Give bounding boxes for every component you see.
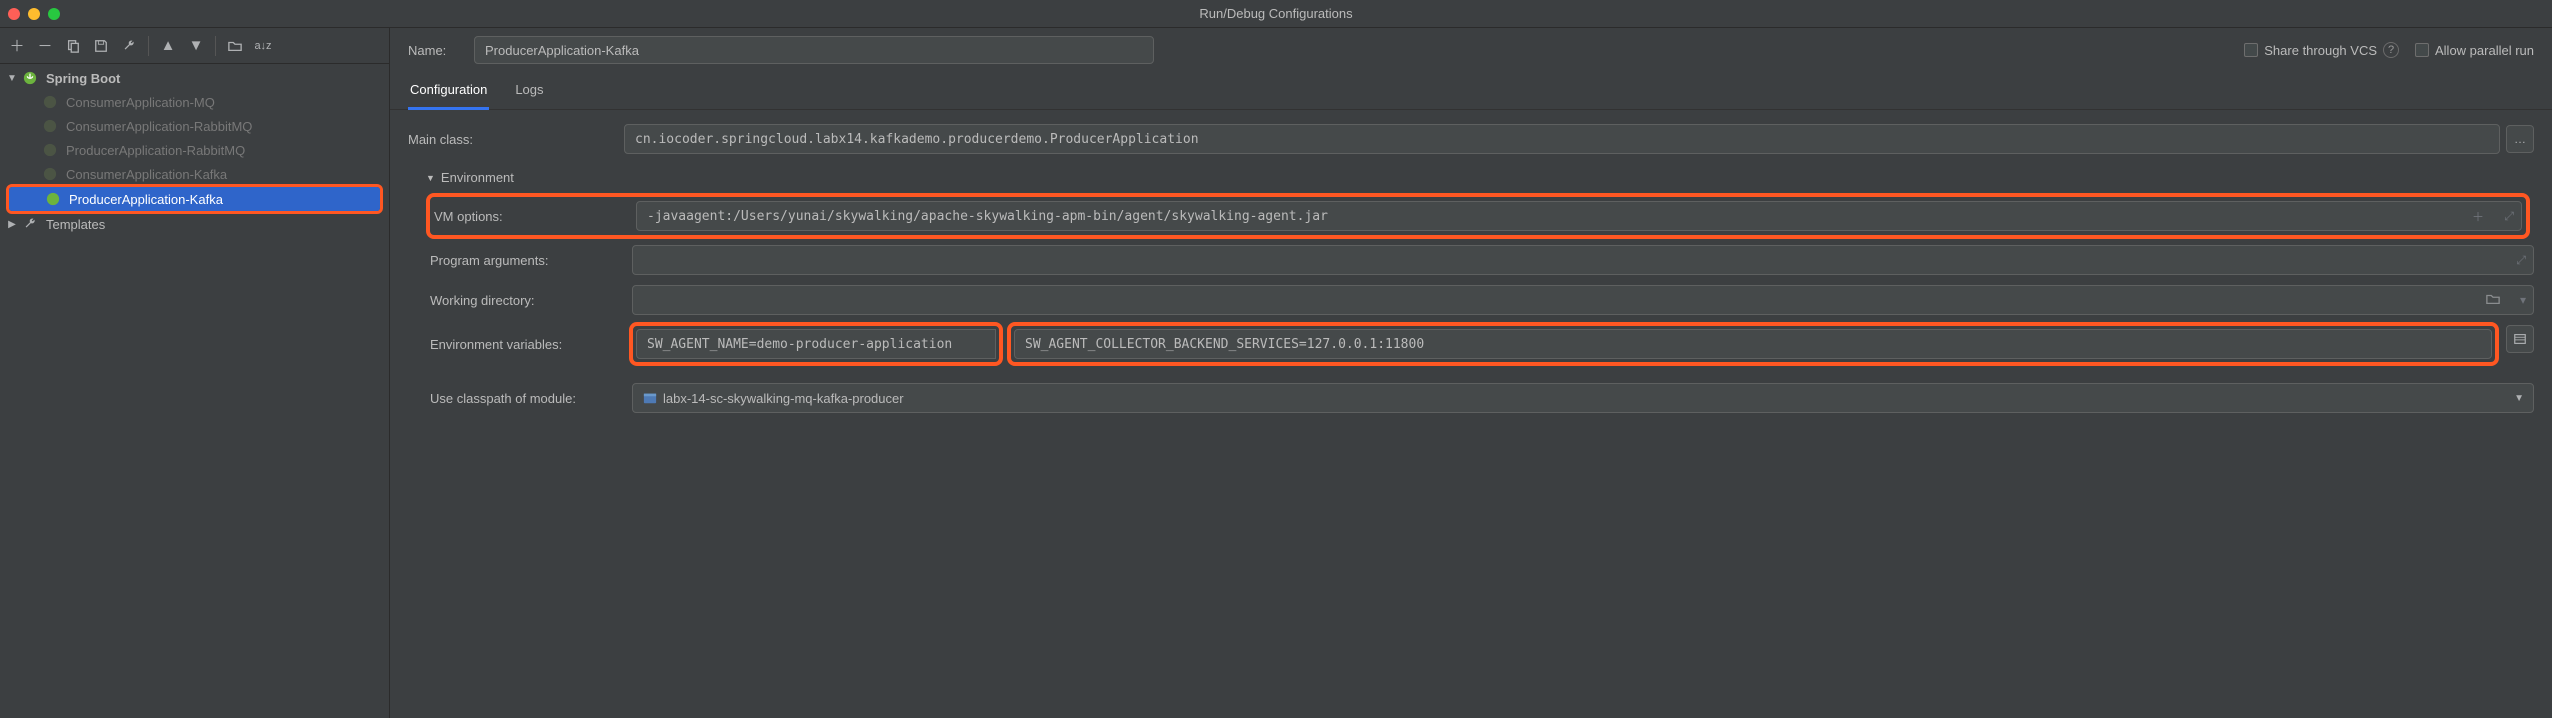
env-vars-input[interactable]: SW_AGENT_COLLECTOR_BACKEND_SERVICES=127.… [1014, 329, 2492, 359]
environment-section-header[interactable]: ▼ Environment [408, 164, 2534, 187]
share-vcs-checkbox[interactable]: Share through VCS ? [2244, 42, 2399, 58]
spring-boot-icon [42, 94, 58, 110]
expand-arrow-icon[interactable]: ▼ [6, 73, 18, 84]
highlight-annotation: SW_AGENT_NAME=demo-producer-application [629, 322, 1003, 366]
remove-config-icon[interactable]: － [36, 37, 54, 55]
env-vars-input[interactable]: SW_AGENT_NAME=demo-producer-application [636, 329, 996, 359]
sort-icon[interactable]: a↓z [254, 37, 272, 55]
classpath-value: labx-14-sc-skywalking-mq-kafka-producer [663, 391, 904, 406]
name-input[interactable] [474, 36, 1154, 64]
edit-env-vars-button[interactable] [2506, 325, 2534, 353]
sidebar: ＋ － ▲ ▼ a↓z ▼ [0, 28, 390, 718]
form-area: Main class: cn.iocoder.springcloud.labx1… [390, 110, 2552, 421]
title-bar: Run/Debug Configurations [0, 0, 2552, 28]
checkbox-icon [2244, 43, 2258, 57]
classpath-row: Use classpath of module: labx-14-sc-skyw… [408, 383, 2534, 413]
highlight-annotation: ProducerApplication-Kafka [6, 184, 383, 214]
move-up-icon[interactable]: ▲ [159, 37, 177, 55]
tree-item-label: ProducerApplication-RabbitMQ [66, 143, 245, 158]
tree-item[interactable]: ConsumerApplication-RabbitMQ [0, 114, 389, 138]
tree-node-spring-boot[interactable]: ▼ Spring Boot [0, 66, 389, 90]
classpath-label: Use classpath of module: [430, 391, 616, 406]
spring-boot-icon [42, 142, 58, 158]
vm-options-label: VM options: [434, 209, 620, 224]
env-vars-label: Environment variables: [430, 337, 616, 352]
toolbar-separator [148, 36, 149, 56]
help-icon[interactable]: ? [2383, 42, 2399, 58]
tree-item-label: ProducerApplication-Kafka [69, 192, 223, 207]
window-controls [8, 8, 60, 20]
checkbox-icon [2415, 43, 2429, 57]
folder-icon[interactable] [226, 37, 244, 55]
tree-item-label: ConsumerApplication-Kafka [66, 167, 227, 182]
env-vars-row: Environment variables: SW_AGENT_NAME=dem… [408, 325, 2534, 363]
tree-node-label: Spring Boot [46, 71, 120, 86]
content-panel: Name: Share through VCS ? Allow parallel… [390, 28, 2552, 718]
window-title: Run/Debug Configurations [0, 5, 2552, 23]
tree-node-templates[interactable]: ▶ Templates [0, 212, 389, 236]
environment-header-label: Environment [441, 170, 514, 185]
close-window-icon[interactable] [8, 8, 20, 20]
browse-class-button[interactable]: … [2506, 125, 2534, 153]
save-config-icon[interactable] [92, 37, 110, 55]
vm-options-row: VM options: -javaagent:/Users/yunai/skyw… [434, 201, 2522, 231]
tab-configuration[interactable]: Configuration [408, 74, 489, 110]
working-dir-label: Working directory: [430, 293, 616, 308]
program-args-label: Program arguments: [430, 253, 616, 268]
expand-arrow-icon: ▼ [426, 173, 435, 183]
working-dir-row: Working directory: ▾ [408, 285, 2534, 315]
tab-bar: Configuration Logs [390, 74, 2552, 110]
wrench-icon[interactable] [120, 37, 138, 55]
classpath-select[interactable]: labx-14-sc-skywalking-mq-kafka-producer [632, 383, 2534, 413]
tree-item-selected[interactable]: ProducerApplication-Kafka [9, 187, 380, 211]
name-label: Name: [408, 43, 458, 58]
allow-parallel-label: Allow parallel run [2435, 43, 2534, 58]
spring-boot-icon [22, 70, 38, 86]
tree-item[interactable]: ProducerApplication-RabbitMQ [0, 138, 389, 162]
sidebar-toolbar: ＋ － ▲ ▼ a↓z [0, 28, 389, 64]
tree-node-label: Templates [46, 217, 105, 232]
tab-logs[interactable]: Logs [513, 74, 545, 109]
allow-parallel-checkbox[interactable]: Allow parallel run [2415, 43, 2534, 58]
spring-boot-icon [42, 166, 58, 182]
copy-config-icon[interactable] [64, 37, 82, 55]
share-vcs-label: Share through VCS [2264, 43, 2377, 58]
highlight-annotation: VM options: -javaagent:/Users/yunai/skyw… [426, 193, 2530, 239]
chevron-down-icon[interactable]: ▼ [2514, 393, 2524, 404]
toolbar-separator [215, 36, 216, 56]
name-row: Name: Share through VCS ? Allow parallel… [390, 28, 2552, 74]
add-config-icon[interactable]: ＋ [8, 37, 26, 55]
expand-arrow-icon[interactable]: ▶ [6, 219, 18, 230]
highlight-annotation: SW_AGENT_COLLECTOR_BACKEND_SERVICES=127.… [1007, 322, 2499, 366]
minimize-window-icon[interactable] [28, 8, 40, 20]
wrench-icon [22, 216, 38, 232]
program-args-row: Program arguments: ⤢ [408, 245, 2534, 275]
maximize-window-icon[interactable] [48, 8, 60, 20]
move-down-icon[interactable]: ▼ [187, 37, 205, 55]
tree-item[interactable]: ConsumerApplication-Kafka [0, 162, 389, 186]
config-tree[interactable]: ▼ Spring Boot ConsumerApplication-MQ Con… [0, 64, 389, 718]
vm-options-input[interactable]: -javaagent:/Users/yunai/skywalking/apach… [636, 201, 2522, 231]
tree-item-label: ConsumerApplication-RabbitMQ [66, 119, 252, 134]
program-args-input[interactable] [632, 245, 2534, 275]
main-class-label: Main class: [408, 132, 608, 147]
working-dir-input[interactable] [632, 285, 2534, 315]
module-icon [643, 391, 657, 405]
tree-item[interactable]: ConsumerApplication-MQ [0, 90, 389, 114]
spring-boot-icon [42, 118, 58, 134]
main-class-row: Main class: cn.iocoder.springcloud.labx1… [408, 124, 2534, 154]
spring-boot-icon [45, 191, 61, 207]
tree-item-label: ConsumerApplication-MQ [66, 95, 215, 110]
main-class-input[interactable]: cn.iocoder.springcloud.labx14.kafkademo.… [624, 124, 2500, 154]
